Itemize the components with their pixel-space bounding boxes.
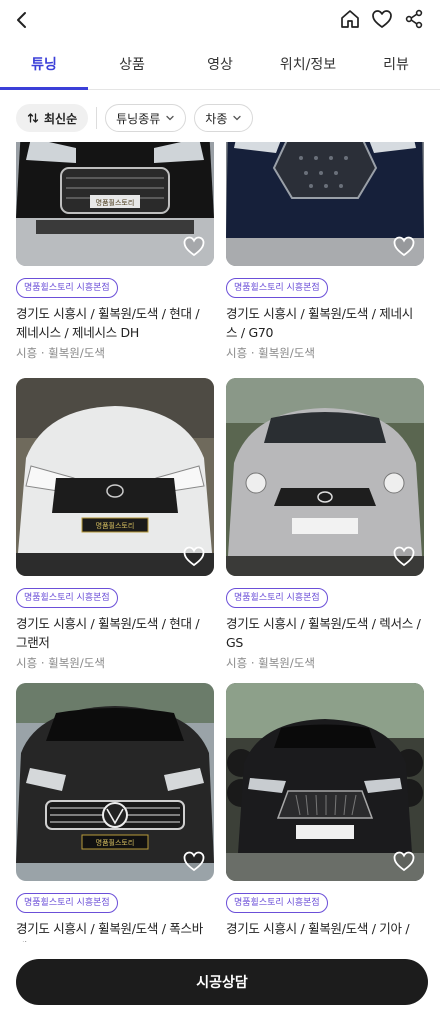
shop-badge: 명품휠스토리 시흥본점	[16, 278, 118, 298]
heart-icon[interactable]	[392, 544, 416, 568]
share-icon	[405, 9, 423, 29]
gallery-card[interactable]: 명품휠스토리 명품휠스토리 시흥본점 경기도 시흥시 / 휠복원/도색 / 현대…	[16, 378, 214, 671]
license-plate-text: 명품휠스토리	[96, 838, 135, 847]
card-subtitle: 시흥 · 휠복원/도색	[16, 656, 105, 670]
heart-icon[interactable]	[392, 234, 416, 258]
card-title: 경기도 시흥시 / 휠복원/도색 / 제네시스 / G70	[226, 306, 413, 340]
card-subtitle: 시흥 · 휠복원/도색	[226, 346, 315, 360]
shop-badge: 명품휠스토리 시흥본점	[16, 588, 118, 608]
share-button[interactable]	[402, 7, 426, 31]
sort-label: 최신순	[44, 111, 78, 126]
card-title: 경기도 시흥시 / 휠복원/도색 / 기아 / K7	[226, 921, 410, 942]
sort-chip[interactable]: 최신순	[16, 104, 89, 132]
shop-badge: 명품휠스토리 시흥본점	[226, 588, 328, 608]
shop-badge: 명품휠스토리 시흥본점	[16, 893, 118, 913]
car-photo	[226, 142, 424, 266]
tab-products[interactable]: 상품	[88, 44, 176, 89]
tuning-type-label: 튜닝종류	[116, 111, 161, 126]
car-photo: 명품휠스토리	[16, 378, 214, 576]
header-actions	[338, 7, 426, 31]
card-subtitle: 시흥 · 휠복원/도색	[226, 656, 315, 670]
tuning-gallery: 명품휠스토리 명품휠스토리 시흥본점 경기도 시흥시 / 휠복원/도색 / 현대…	[0, 142, 440, 942]
license-plate-text: 명품휠스토리	[96, 521, 135, 530]
gallery-card[interactable]: 명품휠스토리 명품휠스토리 시흥본점 경기도 시흥시 / 휠복원/도색 / 현대…	[16, 142, 214, 361]
shop-badge: 명품휠스토리 시흥본점	[226, 278, 328, 298]
bottom-bar: 시공상담	[0, 942, 440, 1019]
car-type-label: 차종	[205, 111, 228, 126]
gallery-card[interactable]: 명품휠스토리 명품휠스토리 시흥본점 경기도 시흥시 / 휠복원/도색 / 폭스…	[16, 683, 214, 942]
car-photo: 명품휠스토리	[16, 683, 214, 881]
card-title: 경기도 시흥시 / 휠복원/도색 / 렉서스 / GS	[226, 616, 421, 650]
tab-tuning[interactable]: 튜닝	[0, 44, 88, 90]
top-bar	[0, 0, 440, 40]
tab-bar: 튜닝 상품 영상 위치/정보 리뷰	[0, 44, 440, 90]
filter-divider	[96, 107, 98, 129]
heart-icon	[372, 10, 392, 28]
car-type-dropdown[interactable]: 차종	[194, 104, 254, 132]
gallery-card[interactable]: 명품휠스토리 시흥본점 경기도 시흥시 / 휠복원/도색 / 렉서스 / GS …	[226, 378, 424, 671]
card-title: 경기도 시흥시 / 휠복원/도색 / 폭스바겐 / CC	[16, 921, 203, 942]
tab-reviews[interactable]: 리뷰	[352, 44, 440, 89]
chevron-down-icon	[233, 115, 242, 121]
chevron-down-icon	[166, 115, 174, 121]
gallery-card[interactable]: 명품휠스토리 시흥본점 경기도 시흥시 / 휠복원/도색 / 기아 / K7	[226, 683, 424, 942]
heart-icon[interactable]	[392, 849, 416, 873]
card-title: 경기도 시흥시 / 휠복원/도색 / 현대 / 그랜저	[16, 616, 200, 650]
filter-bar: 최신순 튜닝종류 차종	[0, 94, 440, 142]
heart-icon[interactable]	[182, 849, 206, 873]
tab-videos[interactable]: 영상	[176, 44, 264, 89]
card-subtitle: 시흥 · 휠복원/도색	[16, 346, 105, 360]
consult-button[interactable]: 시공상담	[16, 959, 428, 1005]
favorite-button[interactable]	[370, 7, 394, 31]
shop-badge: 명품휠스토리 시흥본점	[226, 893, 328, 913]
home-icon	[341, 10, 359, 28]
car-photo	[226, 378, 424, 576]
heart-icon[interactable]	[182, 234, 206, 258]
car-photo: 명품휠스토리	[16, 142, 214, 266]
car-photo	[226, 683, 424, 881]
back-button[interactable]	[8, 6, 36, 34]
home-button[interactable]	[338, 7, 362, 31]
card-title: 경기도 시흥시 / 휠복원/도색 / 현대 / 제네시스 / 제네시스 DH	[16, 306, 200, 340]
heart-icon[interactable]	[182, 544, 206, 568]
license-plate-text: 명품휠스토리	[96, 198, 135, 207]
sort-icon	[27, 113, 39, 123]
tab-location-info[interactable]: 위치/정보	[264, 44, 352, 89]
chevron-left-icon	[17, 12, 26, 28]
gallery-card[interactable]: 명품휠스토리 시흥본점 경기도 시흥시 / 휠복원/도색 / 제네시스 / G7…	[226, 142, 424, 361]
tuning-type-dropdown[interactable]: 튜닝종류	[105, 104, 187, 132]
